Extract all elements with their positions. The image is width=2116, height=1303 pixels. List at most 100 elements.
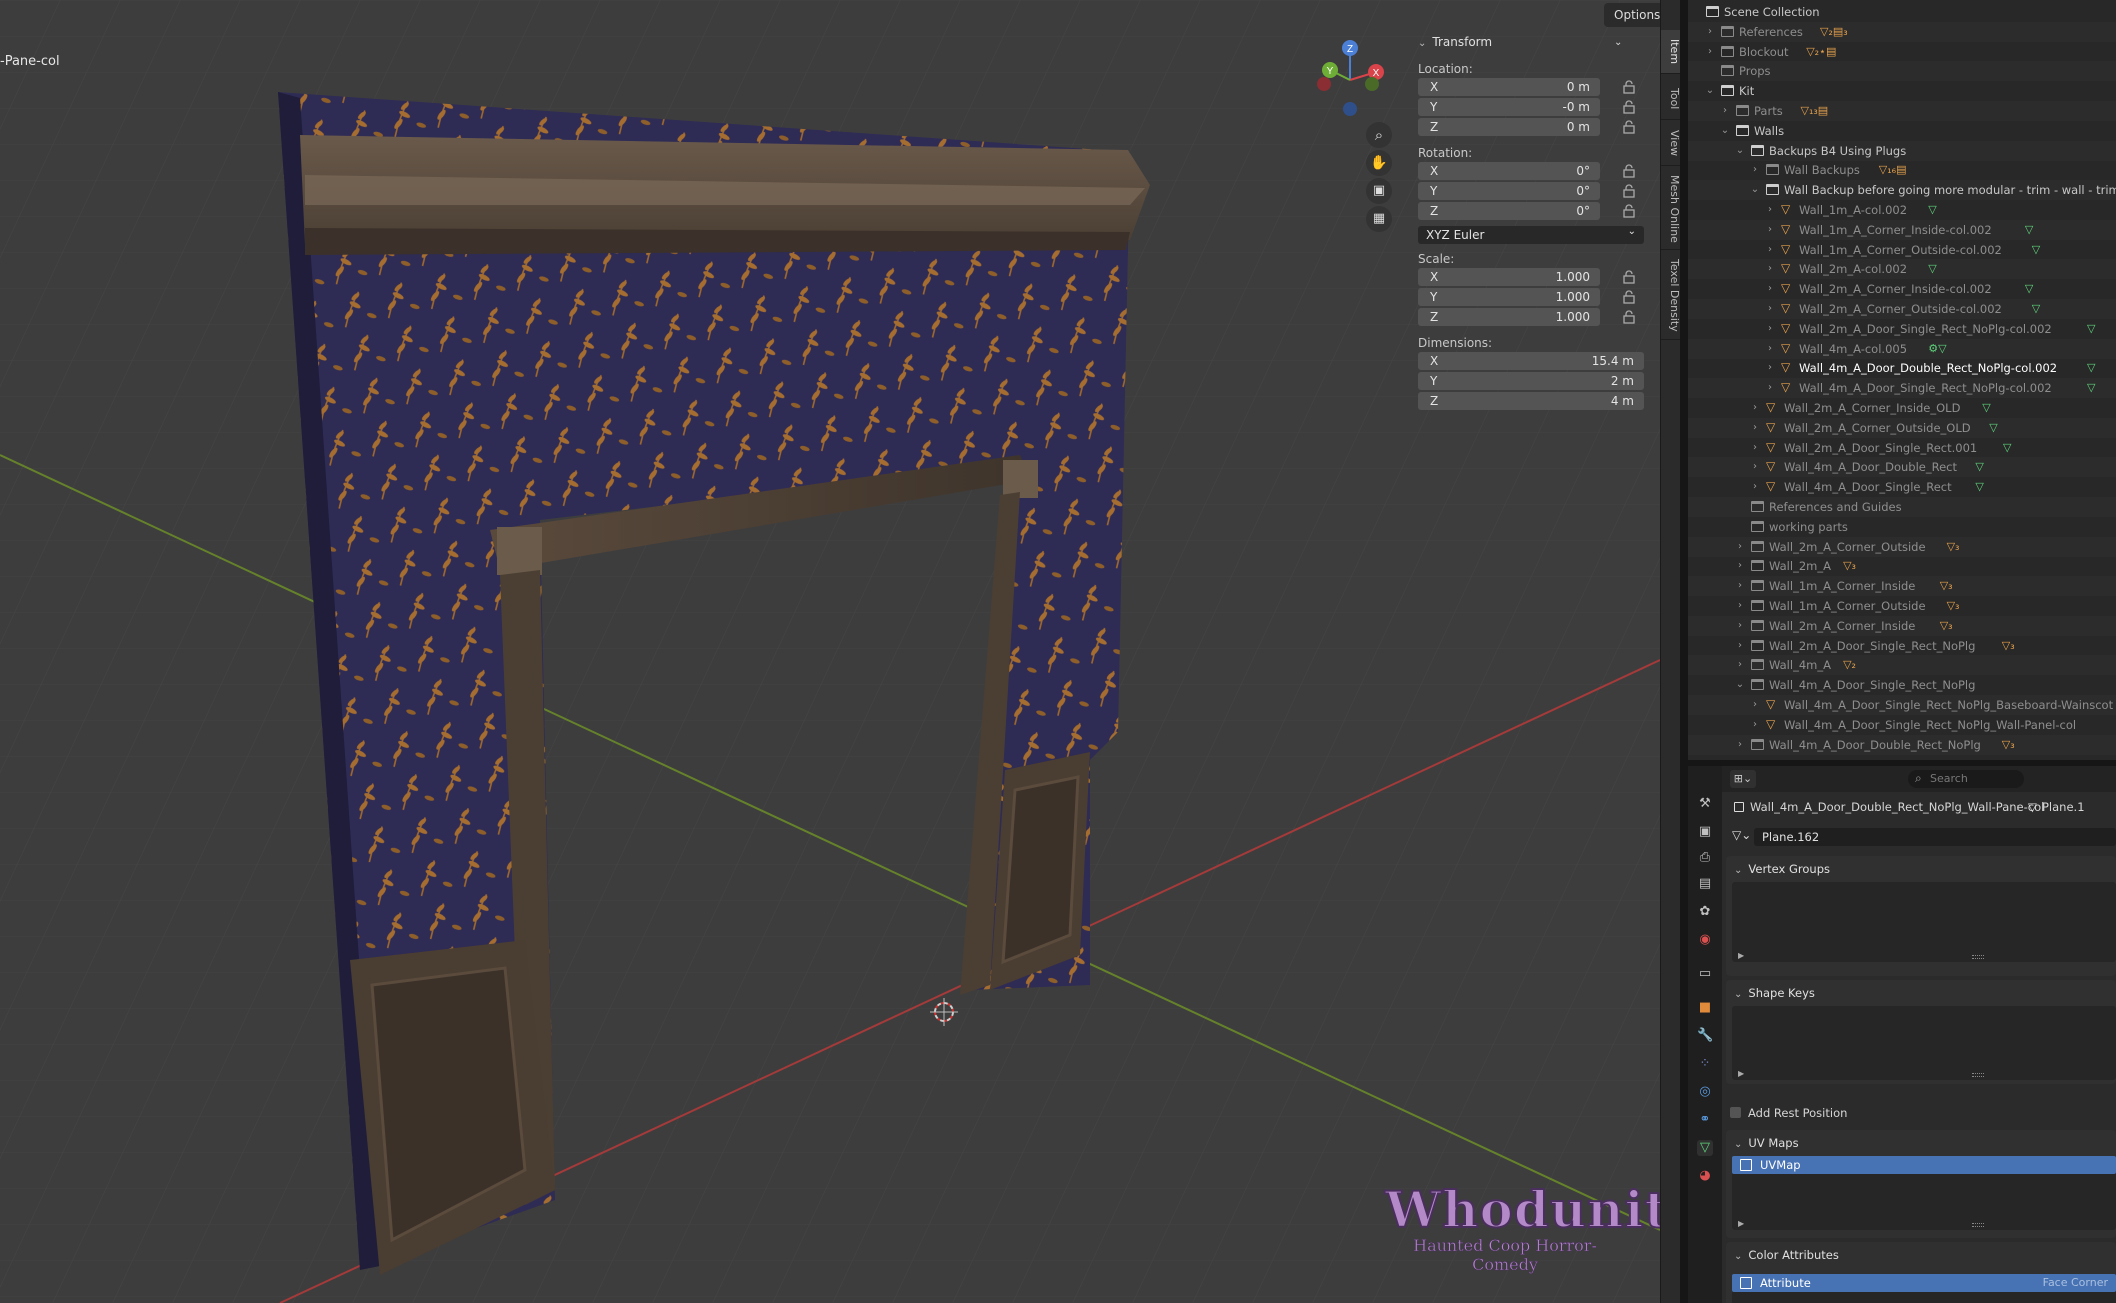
unlock-icon[interactable] [1622,184,1636,198]
chevron-right-icon[interactable]: › [1765,378,1775,398]
shape-keys-list[interactable]: ▶ [1732,1006,2116,1080]
tab-view[interactable]: View [1661,122,1681,166]
tool-settings-icon[interactable]: ⚒ [1697,796,1713,812]
constraints-icon[interactable]: ⚭ [1697,1112,1713,1128]
particles-icon[interactable]: ⁘ [1697,1056,1713,1072]
outliner-child-badge[interactable]: ▽ [2087,378,2095,398]
chevron-right-icon[interactable]: › [1735,735,1745,755]
outliner-collection-row[interactable]: working parts [1688,517,2116,537]
outliner-child-badge[interactable]: ▽ [1975,477,1983,497]
outliner-collection-row[interactable]: ⌄ Wall_4m_A_Door_Single_Rect_NoPlg [1688,675,2116,695]
outliner-child-badge[interactable]: ▽ [2025,279,2033,299]
outliner-collection-row[interactable]: › References ▽₂▤₃ [1688,21,2116,42]
scale-x-row[interactable]: X 1.000 [1418,268,1650,288]
chevron-right-icon[interactable]: › [1705,42,1715,62]
scale-x-value[interactable]: 1.000 [1556,268,1590,286]
outliner-collection-row[interactable]: ⌄ Kit [1688,81,2116,101]
mesh-datablock-field[interactable]: Plane.162 [1754,828,2116,846]
chevron-right-icon[interactable]: › [1765,319,1775,339]
outliner-child-badge[interactable]: ▽₃ [1947,596,1960,616]
outliner-child-badge[interactable]: ▽₁₃▤ [1801,101,1829,121]
location-y-row[interactable]: Y -0 m [1418,98,1650,118]
outliner-collection-row[interactable]: › Wall_4m_A_Door_Double_Rect_NoPlg ▽₃ [1688,734,2116,755]
chevron-right-icon[interactable]: › [1735,655,1745,675]
location-z-row[interactable]: Z 0 m [1418,118,1650,138]
outliner-object-row[interactable]: › ▽ Wall_2m_A_Corner_Inside_OLD ▽ [1688,398,2116,418]
outliner-collection-row[interactable]: › Wall_2m_A_Corner_Inside ▽₃ [1688,615,2116,636]
rotation-z-row[interactable]: Z 0° [1418,202,1650,222]
vertex-groups-list[interactable]: ▶ [1732,882,2116,962]
chevron-right-icon[interactable]: › [1705,22,1715,42]
uv-maps-header[interactable]: UV Maps [1726,1130,2116,1156]
vertex-groups-header[interactable]: Vertex Groups [1726,856,2116,882]
scale-y-row[interactable]: Y 1.000 [1418,288,1650,308]
outliner-object-row[interactable]: › ▽ Wall_4m_A_Door_Single_Rect_NoPlg-col.0… [1688,378,2116,399]
chevron-right-icon[interactable]: › [1765,240,1775,260]
outliner-collection-row[interactable]: › Wall_1m_A_Corner_Outside ▽₃ [1688,596,2116,616]
rotation-mode-select[interactable]: XYZ Euler [1418,223,1644,244]
dimensions-z-row[interactable]: Z 4 m [1418,392,1650,412]
outliner-child-badge[interactable]: ▽ [1975,457,1983,477]
chevron-right-icon[interactable]: › [1750,457,1760,477]
outliner-child-badge[interactable]: ▽ [1928,200,1936,220]
output-icon[interactable]: ⎙ [1697,850,1713,866]
unlock-icon[interactable] [1622,310,1636,324]
transform-header[interactable]: Transform [1410,30,1650,54]
outliner-collection-row[interactable]: › Wall_2m_A_Corner_Outside ▽₃ [1688,536,2116,557]
chevron-right-icon[interactable]: › [1735,537,1745,557]
resize-grip-icon[interactable] [1972,1223,1984,1227]
chevron-down-icon[interactable]: ⌄ [1720,121,1730,141]
chevron-right-icon[interactable]: › [1765,279,1775,299]
outliner-child-badge[interactable]: ▽ [1928,259,1936,279]
outliner-collection-row[interactable]: Scene Collection [1688,2,2116,22]
uv-maps-list[interactable]: UVMap ▶ [1732,1156,2116,1230]
outliner-collection-row[interactable]: › Parts ▽₁₃▤ [1688,101,2116,121]
outliner-child-badge[interactable]: ▽ [2087,319,2095,339]
outliner-child-badge[interactable]: ▽ [2003,438,2011,458]
outliner-object-row[interactable]: › ▽ Wall_4m_A_Door_Single_Rect_NoPlg_Baseb… [1688,695,2116,715]
outliner-object-row[interactable]: › ▽ Wall_2m_A_Corner_Inside-col.002 ▽ [1688,279,2116,299]
chevron-down-icon[interactable]: ⌄ [1750,180,1760,200]
outliner-object-row[interactable]: › ▽ Wall_2m_A_Corner_Outside_OLD ▽ [1688,417,2116,438]
chevron-right-icon[interactable]: › [1765,259,1775,279]
outliner-collection-row[interactable]: › Wall_2m_A_Door_Single_Rect_NoPlg ▽₃ [1688,636,2116,656]
tab-tool[interactable]: Tool [1661,78,1681,120]
outliner-collection-row[interactable]: › Wall_2m_A ▽₃ [1688,556,2116,576]
dimensions-z-value[interactable]: 4 m [1611,392,1634,410]
outliner-collection-row[interactable]: Props [1688,61,2116,82]
resize-grip-icon[interactable] [1972,1073,1984,1077]
chevron-right-icon[interactable]: › [1750,418,1760,438]
expand-icon[interactable]: ▶ [1738,1069,1744,1078]
scale-y-value[interactable]: 1.000 [1556,288,1590,306]
chevron-right-icon[interactable]: › [1750,160,1760,180]
chevron-right-icon[interactable]: › [1765,339,1775,359]
chevron-right-icon[interactable]: › [1735,616,1745,636]
outliner-child-badge[interactable]: ▽ [1989,418,1997,438]
editor-type-icon[interactable]: ⊞⌄ [1730,770,1756,788]
outliner-child-badge[interactable]: ▽₂ [1843,655,1856,675]
unlock-icon[interactable] [1622,100,1636,114]
outliner-child-badge[interactable]: ▽ [2032,240,2040,260]
rotation-z-value[interactable]: 0° [1576,202,1590,220]
shape-keys-header[interactable]: Shape Keys [1726,980,2116,1006]
chevron-right-icon[interactable]: › [1750,695,1760,715]
outliner-collection-row[interactable]: › Wall Backups ▽₁₆▤ [1688,160,2116,180]
outliner-object-row[interactable]: › ▽ Wall_2m_A_Door_Single_Rect_NoPlg-col.0… [1688,319,2116,339]
outliner-child-badge[interactable]: ▽₃ [1947,537,1960,557]
world-icon[interactable]: ◉ [1697,932,1713,948]
outliner-object-row[interactable]: › ▽ Wall_2m_A-col.002 ▽ [1688,259,2116,280]
color-attributes-list[interactable]: Attribute Face Corner [1732,1274,2116,1303]
outliner-child-badge[interactable]: ▽₂⋆▤ [1806,42,1836,62]
outliner-child-badge[interactable]: ▽₃ [2002,735,2015,755]
tab-mesh-online[interactable]: Mesh Online [1661,168,1681,250]
mesh-data-icon[interactable]: ▽ [1697,1140,1713,1156]
unlock-icon[interactable] [1622,204,1636,218]
expand-icon[interactable]: ▶ [1738,1219,1744,1228]
chevron-down-icon[interactable]: ⌄ [1735,675,1745,695]
chevron-right-icon[interactable]: › [1765,200,1775,220]
expand-icon[interactable]: ▶ [1738,951,1744,960]
outliner-collection-row[interactable]: › Wall_4m_A ▽₂ [1688,655,2116,676]
mesh-data-icon[interactable]: ▽⌄ [1732,828,1751,842]
chevron-down-icon[interactable]: ⌄ [1705,81,1715,101]
outliner-child-badge[interactable]: ▽₃ [2002,636,2015,656]
